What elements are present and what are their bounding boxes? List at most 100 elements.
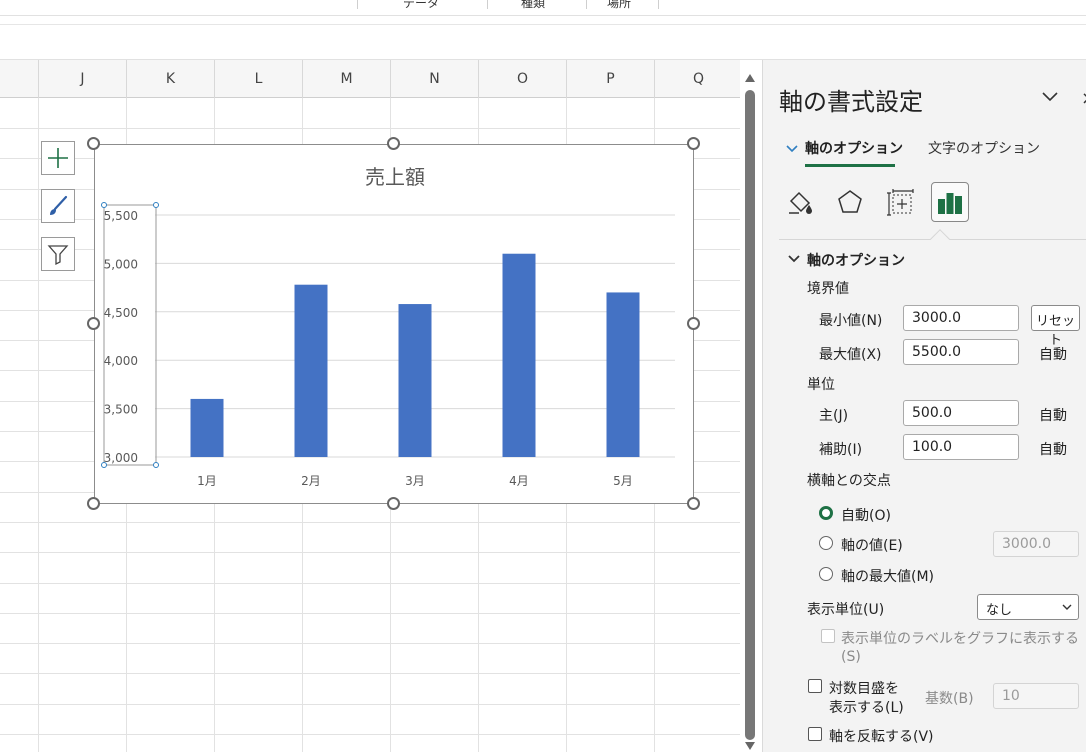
paint-bucket-icon xyxy=(789,191,812,214)
cross-max-label[interactable]: 軸の最大値(M) xyxy=(841,566,934,586)
max-label: 最大値(X) xyxy=(819,347,882,363)
chart-bar[interactable] xyxy=(190,398,224,457)
fill-line-button[interactable] xyxy=(781,182,819,222)
log-scale-checkbox[interactable] xyxy=(808,679,822,693)
resize-handle-top-right[interactable] xyxy=(687,137,700,150)
resize-handle-top[interactable] xyxy=(387,137,400,150)
chart-plot: 3,000 3,500 4,000 4,500 5,000 5,500 1月 2月 3月 4月 5月 xyxy=(101,202,675,488)
column-headers: J K L M N O P Q xyxy=(0,60,740,98)
cross-value-radio[interactable] xyxy=(819,536,833,550)
display-unit-select[interactable]: なし xyxy=(977,594,1079,620)
x-tick-label: 1月 xyxy=(197,474,217,488)
chevron-down-icon xyxy=(786,145,798,153)
vertical-scrollbar[interactable] xyxy=(740,60,762,752)
reverse-axis-checkbox[interactable] xyxy=(808,727,822,741)
gridline xyxy=(0,643,740,644)
display-unit-show-checkbox[interactable] xyxy=(821,629,835,643)
min-input[interactable]: 3000.0 xyxy=(903,305,1019,331)
ribbon-strip: データ 種類 場所 xyxy=(0,0,1086,16)
axis-selection-handle xyxy=(101,462,107,468)
major-input[interactable]: 500.0 xyxy=(903,400,1019,426)
column-header-n[interactable]: N xyxy=(390,60,478,98)
scroll-down-arrow-icon[interactable] xyxy=(745,742,755,750)
scroll-thumb[interactable] xyxy=(745,90,755,740)
chevron-down-icon[interactable] xyxy=(787,254,801,264)
axis-options-button[interactable] xyxy=(931,182,969,222)
formula-bar[interactable] xyxy=(0,24,1086,60)
plus-icon xyxy=(48,148,68,168)
gridline xyxy=(0,583,740,584)
reset-button[interactable]: リセット xyxy=(1031,305,1080,348)
column-header-m[interactable]: M xyxy=(302,60,390,98)
axis-selection-handle xyxy=(153,202,159,208)
minor-auto-label: 自動 xyxy=(1039,442,1067,458)
ribbon-group-location[interactable]: 場所 xyxy=(607,0,631,11)
major-auto-label: 自動 xyxy=(1039,408,1067,424)
display-unit-label: 表示単位(U) xyxy=(807,602,885,618)
column-header-l[interactable]: L xyxy=(214,60,302,98)
gridline xyxy=(0,522,740,523)
resize-handle-bottom[interactable] xyxy=(387,497,400,510)
axis-selection-handle xyxy=(101,202,107,208)
tab-axis-options[interactable]: 軸のオプション xyxy=(805,138,903,158)
chevron-down-icon[interactable] xyxy=(1041,90,1059,102)
tab-text-options[interactable]: 文字のオプション xyxy=(928,138,1040,158)
sales-chart[interactable]: 売上額 3,000 3,500 4,000 4,500 5,000 5,500 1月 2月 3月… xyxy=(94,144,694,504)
y-tick-label: 3,500 xyxy=(104,403,138,417)
resize-handle-top-left[interactable] xyxy=(87,137,100,150)
cross-max-radio[interactable] xyxy=(819,567,833,581)
resize-handle-left[interactable] xyxy=(87,317,100,330)
y-tick-label: 4,500 xyxy=(104,306,138,320)
major-label: 主(J) xyxy=(819,408,849,424)
chart-bar[interactable] xyxy=(502,253,536,457)
chart-elements-button[interactable] xyxy=(41,141,75,175)
ribbon-separator xyxy=(658,0,659,9)
column-header-k[interactable]: K xyxy=(126,60,214,98)
scroll-up-arrow-icon[interactable] xyxy=(745,74,755,82)
log-scale-label-line2[interactable]: 表示する(L) xyxy=(829,697,904,717)
cross-value-label[interactable]: 軸の値(E) xyxy=(841,535,903,555)
log-scale-label-line1[interactable]: 対数目盛を xyxy=(829,678,899,698)
column-header-o[interactable]: O xyxy=(478,60,566,98)
size-properties-button[interactable] xyxy=(881,182,919,222)
chart-bar[interactable] xyxy=(398,304,432,457)
column-header-q[interactable]: Q xyxy=(654,60,740,98)
bar-chart-icon xyxy=(938,193,962,214)
gridline xyxy=(0,613,740,614)
section-axis-options[interactable]: 軸のオプション xyxy=(807,250,905,270)
base-label: 基数(B) xyxy=(925,691,974,707)
resize-handle-bottom-right[interactable] xyxy=(687,497,700,510)
minor-input[interactable]: 100.0 xyxy=(903,434,1019,460)
size-properties-icon xyxy=(887,189,914,216)
min-label: 最小値(N) xyxy=(819,313,883,329)
chart-bar[interactable] xyxy=(606,292,640,457)
reverse-axis-label[interactable]: 軸を反転する(V) xyxy=(829,726,934,746)
base-input[interactable]: 10 xyxy=(993,683,1079,709)
units-label: 単位 xyxy=(807,377,835,393)
cross-value-input[interactable]: 3000.0 xyxy=(993,531,1079,557)
ribbon-separator xyxy=(487,0,488,9)
chart-styles-button[interactable] xyxy=(41,189,75,223)
gridline xyxy=(0,128,740,129)
minor-label: 補助(I) xyxy=(819,442,863,458)
close-icon[interactable]: × xyxy=(1081,88,1086,109)
y-tick-label: 4,000 xyxy=(104,354,138,368)
resize-handle-bottom-left[interactable] xyxy=(87,497,100,510)
chart-bar[interactable] xyxy=(294,284,328,457)
gridline xyxy=(0,734,740,735)
ribbon-group-data[interactable]: データ xyxy=(403,0,439,11)
column-header-j[interactable]: J xyxy=(38,60,126,98)
display-unit-show-label[interactable]: 表示単位のラベルをグラフに表示する xyxy=(841,628,1079,648)
cross-label: 横軸との交点 xyxy=(807,473,891,489)
effects-button[interactable] xyxy=(831,182,869,222)
column-header-p[interactable]: P xyxy=(566,60,654,98)
ribbon-separator xyxy=(357,0,358,9)
chart-filter-button[interactable] xyxy=(41,237,75,271)
cross-auto-label[interactable]: 自動(O) xyxy=(841,505,891,525)
max-input[interactable]: 5500.0 xyxy=(903,339,1019,365)
resize-handle-right[interactable] xyxy=(687,317,700,330)
cross-auto-radio[interactable] xyxy=(819,506,833,520)
max-auto-label: 自動 xyxy=(1039,347,1067,363)
ribbon-group-type[interactable]: 種類 xyxy=(521,0,545,11)
gridline xyxy=(0,552,740,553)
